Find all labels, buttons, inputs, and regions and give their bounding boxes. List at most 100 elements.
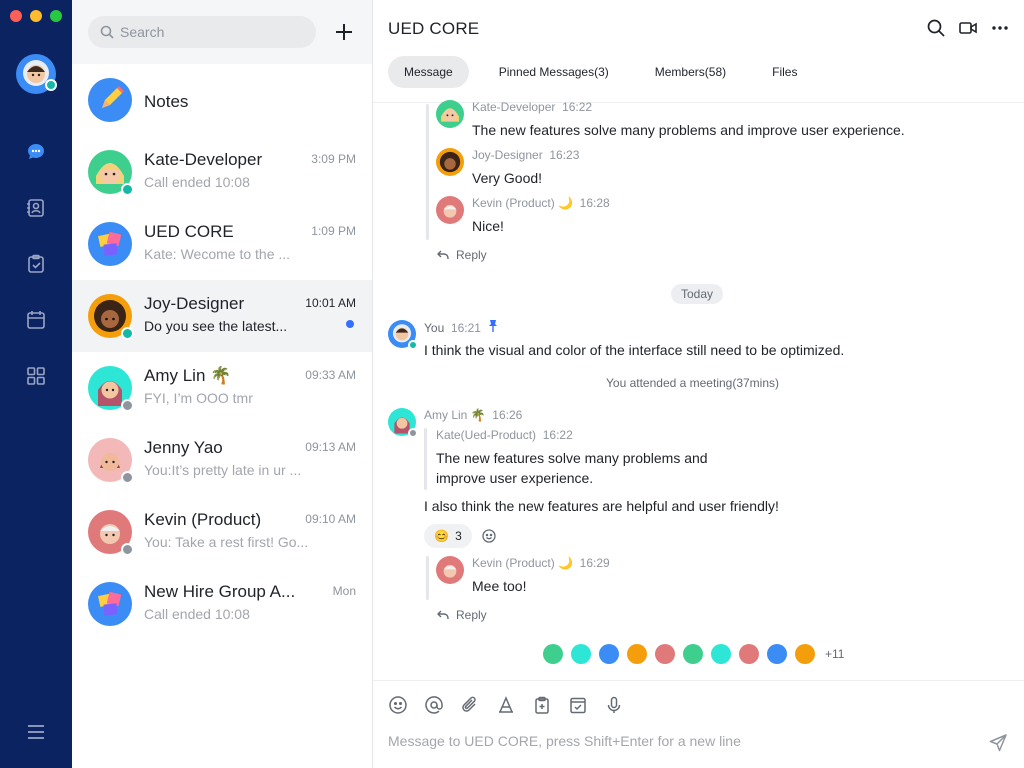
group-avatar — [88, 222, 132, 266]
chat-preview: Call ended 10:08 — [144, 174, 250, 190]
emoji-icon[interactable] — [388, 695, 408, 715]
chat-time: Mon — [332, 584, 356, 598]
message-meta: Kevin (Product) 🌙 16:29 — [472, 556, 610, 570]
chat-title: UED CORE — [388, 19, 480, 38]
message-text: Mee too! — [472, 578, 527, 594]
away-status-dot — [121, 399, 134, 412]
amy-avatar — [88, 366, 134, 412]
away-status-dot — [121, 471, 134, 484]
conversation-list: Search Notes Kate-Developer 3:09 PM Call… — [72, 0, 373, 768]
video-call-icon[interactable] — [958, 18, 978, 38]
away-status-dot — [408, 428, 418, 438]
chat-name: Jenny Yao — [144, 438, 223, 457]
mention-icon[interactable] — [424, 695, 444, 715]
chat-time: 09:33 AM — [305, 368, 356, 382]
system-note: You attended a meeting(37mins) — [606, 376, 780, 390]
message-meta: Kate-Developer 16:22 — [472, 100, 592, 114]
chat-item-notes[interactable]: Notes — [72, 64, 372, 136]
chat-item-ued-core[interactable]: UED CORE 1:09 PM Kate: Wecome to the ... — [72, 208, 372, 280]
reader-avatar — [739, 644, 759, 664]
text-format-icon[interactable] — [496, 695, 516, 715]
quote-meta: Kate(Ued-Product) 16:22 — [436, 428, 573, 442]
read-receipts[interactable]: +11 — [543, 644, 844, 664]
reply-button[interactable]: Reply — [436, 608, 487, 622]
chat-item-amy-lin[interactable]: Amy Lin 🌴 09:33 AM FYI, I’m OOO tmr — [72, 352, 372, 424]
chat-time: 10:01 AM — [305, 296, 356, 310]
calendar-icon[interactable] — [24, 308, 48, 332]
message-time: 16:23 — [549, 148, 580, 162]
minimize-window-button[interactable] — [30, 10, 42, 22]
message-text: I think the visual and color of the inte… — [424, 342, 845, 358]
message-input[interactable]: Message to UED CORE, press Shift+Enter f… — [388, 733, 978, 749]
send-icon[interactable] — [988, 732, 1008, 752]
tab-pinned-messages[interactable]: Pinned Messages(3) — [483, 56, 625, 88]
search-input[interactable]: Search — [88, 16, 316, 48]
hamburger-menu-icon[interactable] — [24, 720, 48, 744]
message-author: Joy-Designer — [472, 148, 543, 162]
message-author: Amy Lin 🌴 — [424, 408, 486, 422]
reader-avatar — [767, 644, 787, 664]
chat-preview: Call ended 10:08 — [144, 606, 250, 622]
my-avatar[interactable] — [16, 54, 57, 94]
chat-preview: You:It’s pretty late in ur ... — [144, 462, 302, 478]
maximize-window-button[interactable] — [50, 10, 62, 22]
tab-files[interactable]: Files — [756, 56, 813, 88]
chat-item-kevin-product[interactable]: Kevin (Product) 09:10 AM You: Take a res… — [72, 496, 372, 568]
reader-avatar — [627, 644, 647, 664]
jenny-avatar — [88, 438, 134, 484]
chat-name: Amy Lin 🌴 — [144, 366, 232, 385]
pin-icon — [488, 320, 497, 332]
online-status-dot — [121, 183, 134, 196]
quote-line — [424, 428, 427, 490]
tab-message[interactable]: Message — [388, 56, 469, 88]
chat-bubble-icon[interactable] — [24, 140, 48, 164]
composer-divider — [373, 680, 1024, 681]
chat-app-window: Search Notes Kate-Developer 3:09 PM Call… — [0, 0, 1024, 768]
reply-label: Reply — [456, 608, 487, 622]
chat-item-jenny-yao[interactable]: Jenny Yao 09:13 AM You:It’s pretty late … — [72, 424, 372, 496]
my-avatar — [388, 320, 418, 350]
quote-text-line-2: improve user experience. — [436, 470, 594, 486]
message-author: You — [424, 321, 445, 335]
tab-members[interactable]: Members(58) — [639, 56, 742, 88]
contacts-icon[interactable] — [24, 196, 48, 220]
chat-item-kate-developer[interactable]: Kate-Developer 3:09 PM Call ended 10:08 — [72, 136, 372, 208]
message-author: Kate-Developer — [472, 100, 556, 114]
message-time: 16:21 — [450, 321, 481, 335]
chat-name: Kevin (Product) — [144, 510, 262, 529]
message-time: 16:29 — [579, 556, 610, 570]
online-status-dot — [45, 79, 57, 91]
message-author: Kevin (Product) 🌙 — [472, 196, 573, 210]
reply-button[interactable]: Reply — [436, 248, 487, 262]
microphone-icon[interactable] — [604, 695, 624, 715]
message-text: The new features solve many problems and… — [472, 122, 905, 138]
apps-grid-icon[interactable] — [24, 364, 48, 388]
reader-avatar — [683, 644, 703, 664]
task-calendar-icon[interactable] — [568, 695, 588, 715]
kate-avatar — [436, 100, 464, 128]
attachment-icon[interactable] — [460, 695, 480, 715]
chat-preview: Do you see the latest... — [144, 318, 288, 334]
message-meta: Joy-Designer 16:23 — [472, 148, 579, 162]
search-icon[interactable] — [926, 18, 946, 38]
kate-avatar — [88, 150, 134, 196]
message-text: I also think the new features are helpfu… — [424, 498, 779, 514]
composer-toolbar — [388, 695, 624, 715]
date-divider: Today — [671, 284, 723, 304]
reaction-chip[interactable]: 😊 3 — [424, 524, 472, 548]
new-chat-button[interactable] — [330, 18, 358, 46]
close-window-button[interactable] — [10, 10, 22, 22]
more-options-icon[interactable] — [990, 18, 1010, 38]
reader-avatar — [571, 644, 591, 664]
tasks-icon[interactable] — [24, 252, 48, 276]
chat-preview: Kate: Wecome to the ... — [144, 246, 291, 262]
search-icon — [100, 25, 114, 39]
clipboard-add-icon[interactable] — [532, 695, 552, 715]
kevin-avatar — [436, 196, 464, 224]
chat-item-new-hire-group[interactable]: New Hire Group A... Mon Call ended 10:08 — [72, 568, 372, 640]
away-status-dot — [121, 543, 134, 556]
online-status-dot — [408, 340, 418, 350]
chat-item-joy-designer[interactable]: Joy-Designer 10:01 AM Do you see the lat… — [72, 280, 372, 352]
message-time: 16:28 — [579, 196, 610, 210]
add-reaction-icon[interactable] — [481, 528, 497, 544]
